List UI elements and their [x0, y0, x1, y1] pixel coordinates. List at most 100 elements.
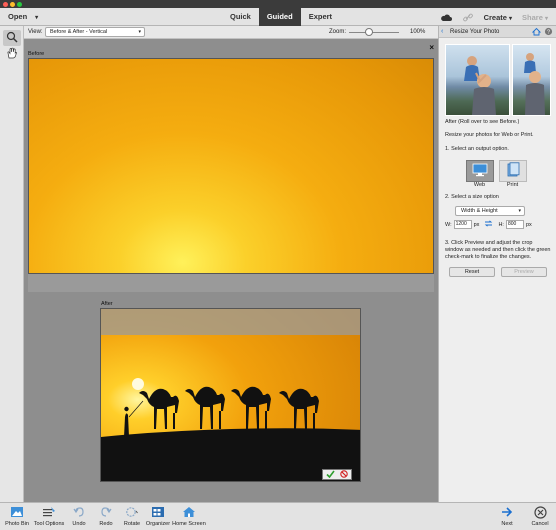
help-icon[interactable]: ?	[544, 27, 553, 38]
link-icon[interactable]	[462, 13, 474, 22]
undo-button[interactable]: Undo	[70, 505, 88, 527]
view-options-bar: View: Before & After - Vertical ▾ Zoom: …	[24, 26, 438, 39]
step-1-label: 1. Select an output option.	[445, 146, 509, 152]
reset-button[interactable]: Reset	[449, 267, 495, 277]
redo-icon	[100, 506, 112, 520]
redo-button[interactable]: Redo	[97, 505, 115, 527]
preview-button[interactable]: Preview	[501, 267, 547, 277]
document-icon	[506, 162, 520, 180]
cancel-crop-button[interactable]	[337, 469, 351, 480]
organizer-button[interactable]: Organizer	[145, 505, 171, 527]
width-unit: px	[473, 221, 480, 228]
tab-expert[interactable]: Expert	[301, 8, 340, 26]
home-icon	[182, 506, 196, 520]
print-option-box	[498, 160, 527, 182]
after-label: After	[101, 301, 113, 307]
bottom-taskbar: Photo Bin Tool Options Undo Redo Rotate …	[0, 502, 556, 530]
panel-title: Resize Your Photo	[450, 28, 500, 35]
hand-tool-button[interactable]	[3, 46, 21, 62]
open-button[interactable]: Open ▾	[8, 12, 38, 21]
next-label: Next	[501, 521, 513, 527]
undo-label: Undo	[72, 521, 86, 527]
cancel-icon	[533, 505, 547, 521]
zoom-tool-button[interactable]	[3, 30, 21, 46]
rotate-button[interactable]: Rotate	[121, 505, 143, 527]
monitor-icon	[472, 163, 488, 179]
home-screen-button[interactable]: Home Screen	[172, 505, 206, 527]
thumbnail-after	[445, 44, 510, 116]
tool-options-label: Tool Options	[33, 521, 65, 527]
swap-dimensions-icon[interactable]	[484, 220, 493, 229]
commit-crop-button[interactable]	[323, 470, 337, 479]
before-image[interactable]	[28, 58, 434, 274]
size-option-select[interactable]: Width & Height ▾	[455, 206, 525, 216]
height-label: H:	[498, 221, 504, 228]
window-titlebar	[0, 0, 556, 8]
cloud-icon[interactable]	[440, 13, 452, 22]
chevron-down-icon: ▾	[35, 15, 39, 21]
home-screen-label: Home Screen	[172, 521, 206, 527]
preview-thumbnail[interactable]	[445, 44, 551, 116]
output-options: Web Print	[463, 158, 529, 188]
output-print-option[interactable]: Print	[496, 158, 529, 188]
prohibited-icon	[340, 469, 348, 480]
minimize-window-button[interactable]	[10, 2, 15, 7]
height-unit: px	[525, 221, 532, 228]
tool-options-icon	[42, 506, 56, 520]
mode-tabs: Quick Guided Expert	[222, 8, 340, 26]
chevron-down-icon: ▾	[518, 208, 521, 214]
width-input[interactable]: 1200	[453, 220, 472, 229]
panel-header: ‹ Resize Your Photo ?	[439, 26, 556, 38]
view-mode-value: Before & After - Vertical	[50, 29, 108, 35]
web-option-box	[465, 160, 494, 182]
web-option-label: Web	[473, 182, 486, 188]
open-label: Open	[8, 12, 28, 21]
before-label: Before	[28, 51, 45, 57]
hand-icon	[6, 47, 18, 61]
home-icon[interactable]	[531, 27, 542, 38]
share-button[interactable]: Share ▾	[522, 13, 548, 22]
crop-actions	[322, 469, 352, 480]
create-button[interactable]: Create ▾	[484, 13, 512, 22]
panel-intro: Resize your photos for Web or Print.	[445, 132, 534, 138]
chevron-down-icon: ▾	[509, 15, 513, 22]
organizer-icon	[151, 506, 165, 520]
svg-text:?: ?	[547, 30, 550, 36]
zoom-window-button[interactable]	[17, 2, 22, 7]
step-3-line-2: window as needed and then click the gree…	[445, 247, 551, 253]
step-3-line-1: 3. Click Preview and adjust the crop	[445, 240, 533, 246]
organizer-label: Organizer	[145, 521, 171, 527]
zoom-slider-track[interactable]	[349, 32, 399, 33]
preview-caption: After (Roll over to see Before.)	[445, 119, 520, 125]
undo-icon	[73, 506, 85, 520]
next-button[interactable]: Next	[498, 505, 516, 527]
cancel-label: Cancel	[531, 521, 549, 527]
size-option-value: Width & Height	[461, 208, 498, 214]
tool-options-button[interactable]: Tool Options	[32, 505, 66, 527]
share-label: Share	[522, 12, 543, 22]
zoom-slider-handle[interactable]	[365, 28, 373, 36]
cancel-button[interactable]: Cancel	[529, 505, 551, 527]
chevron-down-icon: ▾	[544, 15, 548, 22]
after-image[interactable]	[100, 308, 361, 482]
output-web-option[interactable]: Web	[463, 158, 496, 188]
top-right-actions: Create ▾ Share ▾	[440, 8, 548, 26]
rotate-label: Rotate	[123, 521, 141, 527]
chevron-down-icon: ▾	[138, 29, 141, 35]
height-input[interactable]: 800	[505, 220, 524, 229]
zoom-value: 100%	[410, 29, 426, 35]
tab-quick[interactable]: Quick	[222, 8, 259, 26]
photo-bin-button[interactable]: Photo Bin	[4, 505, 30, 527]
rotate-icon	[125, 506, 139, 520]
view-mode-select[interactable]: Before & After - Vertical ▾	[45, 27, 145, 37]
tab-guided[interactable]: Guided	[258, 8, 301, 26]
close-icon[interactable]: ×	[429, 43, 434, 52]
thumbnail-before	[512, 44, 551, 116]
close-window-button[interactable]	[3, 2, 8, 7]
toolbox	[0, 26, 24, 502]
back-arrow-icon[interactable]: ‹	[441, 28, 443, 35]
create-label: Create	[483, 12, 507, 22]
magnifier-icon	[6, 31, 18, 45]
dimension-fields: W: 1200 px H: 800 px	[445, 219, 532, 230]
redo-label: Redo	[99, 521, 113, 527]
